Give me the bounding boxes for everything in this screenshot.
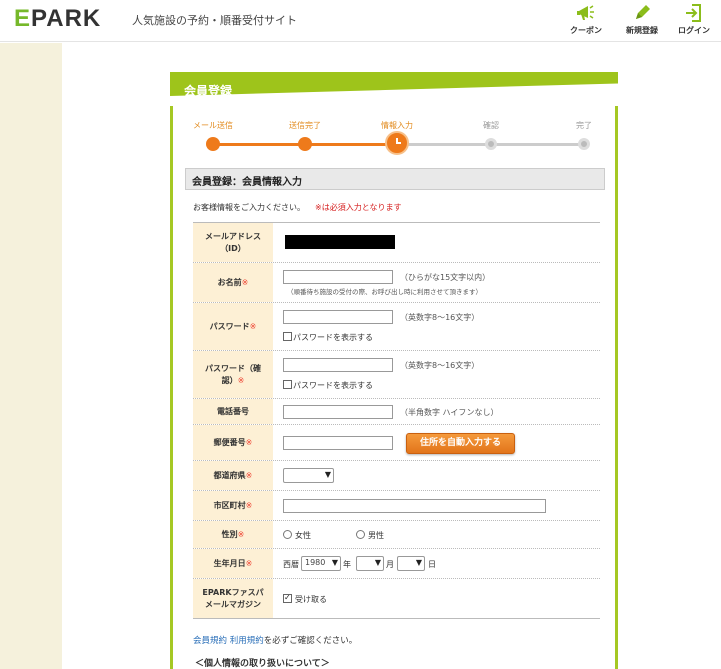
era-label: 西暦	[283, 560, 299, 569]
phone-label: 電話番号	[193, 399, 273, 424]
city-row: 市区町村※	[193, 491, 600, 521]
side-background	[0, 43, 62, 669]
mail-magazine-checkbox[interactable]	[283, 593, 292, 603]
day-unit: 日	[428, 560, 436, 569]
step-connector	[213, 143, 305, 146]
site-tagline: 人気施設の予約・順番受付サイト	[132, 14, 297, 27]
password-confirm-label: パスワード（確 認）※	[193, 351, 273, 398]
step-connector	[305, 143, 397, 146]
phone-input[interactable]	[283, 405, 393, 419]
gender-female-radio[interactable]	[283, 530, 292, 539]
chevron-down-icon: ▼	[415, 558, 422, 567]
mail-magazine-row: EPARKファスパメールマガジン 受け取る	[193, 579, 600, 619]
section-title: 会員登録：会員情報入力	[185, 168, 605, 190]
name-hint: （ひらがな15文字以内）	[400, 273, 491, 282]
password-row: パスワード※ （英数字8～16文字） パスワードを表示する	[193, 303, 600, 351]
step-label: 確認	[483, 121, 499, 130]
birthday-row: 生年月日※ 西暦 1980 ▼ 年 ▼ 月 ▼ 日	[193, 549, 600, 579]
login-icon	[686, 4, 701, 22]
nav-login-label: ログイン	[678, 26, 710, 35]
card-header: 会員登録	[170, 72, 618, 106]
member-terms-link[interactable]: 会員規約	[193, 636, 227, 646]
member-form: メールアドレス （ID） お名前※ （ひらがな15文字以内） （順番待ち施設の受付…	[193, 222, 600, 619]
nav-login[interactable]: ログイン	[672, 2, 716, 36]
epark-logo[interactable]: EPARK	[14, 7, 101, 31]
chevron-down-icon: ▼	[374, 558, 381, 567]
mail-magazine-label: EPARKファスパ メールマガジン	[193, 579, 273, 618]
gender-label: 性別※	[193, 521, 273, 548]
gender-row: 性別※ 女性 男性	[193, 521, 600, 549]
phone-hint: （半角数字 ハイフンなし）	[400, 408, 499, 417]
prefecture-label: 都道府県※	[193, 461, 273, 490]
pencil-icon	[636, 5, 650, 19]
registration-card: 会員登録 メール送信 送信完了 情報入力 確認 完了 会員登録：会員情報入力 お…	[170, 72, 618, 669]
nav-signup[interactable]: 新規登録	[620, 2, 664, 36]
step-label: 完了	[576, 121, 592, 130]
intro-text: お客様情報をご入力ください。 ※は必須入力となります	[193, 203, 402, 212]
month-unit: 月	[386, 560, 394, 569]
step-done-dot	[298, 137, 312, 151]
site-header: EPARK 人気施設の予約・順番受付サイト クーポン 新規登録 ログイン	[0, 0, 721, 42]
nav-coupon[interactable]: クーポン	[564, 2, 608, 36]
birthday-label: 生年月日※	[193, 549, 273, 578]
progress-steps: メール送信 送信完了 情報入力 確認 完了	[173, 116, 615, 156]
name-row: お名前※ （ひらがな15文字以内） （順番待ち施設の受付の際、お呼び出し時に利用…	[193, 263, 600, 303]
phone-row: 電話番号 （半角数字 ハイフンなし）	[193, 399, 600, 425]
password-hint: （英数字8～16文字）	[400, 313, 480, 322]
nav-signup-label: 新規登録	[626, 26, 658, 35]
password-input[interactable]	[283, 310, 393, 324]
birth-year-select[interactable]: 1980 ▼	[301, 556, 341, 571]
gender-male-radio[interactable]	[356, 530, 365, 539]
show-password-label: パスワードを表示する	[293, 333, 373, 342]
step-todo-dot	[485, 138, 497, 150]
step-done-dot	[206, 137, 220, 151]
step-todo-dot	[578, 138, 590, 150]
postal-label: 郵便番号※	[193, 425, 273, 460]
step-label: メール送信	[193, 121, 233, 130]
name-subhint: （順番待ち施設の受付の際、お呼び出し時に利用させて頂きます）	[287, 288, 482, 296]
year-unit: 年	[343, 560, 351, 569]
prefecture-row: 都道府県※ ▼	[193, 461, 600, 491]
password-confirm-input[interactable]	[283, 358, 393, 372]
prefecture-select[interactable]: ▼	[283, 468, 334, 483]
birth-day-select[interactable]: ▼	[397, 556, 425, 571]
usage-terms-link[interactable]: 利用規約	[230, 636, 264, 646]
postal-row: 郵便番号※ 住所を自動入力する	[193, 425, 600, 461]
name-label: お名前※	[193, 263, 273, 302]
step-current-clock-icon	[385, 131, 409, 155]
auto-address-button[interactable]: 住所を自動入力する	[406, 433, 515, 454]
required-note: ※は必須入力となります	[315, 203, 402, 212]
terms-notice: 会員規約 利用規約を必ずご確認ください。	[193, 636, 358, 646]
step-label: 情報入力	[381, 121, 413, 130]
show-password-confirm-checkbox[interactable]	[283, 380, 292, 389]
password-confirm-row: パスワード（確 認）※ （英数字8～16文字） パスワードを表示する	[193, 351, 600, 399]
chevron-down-icon: ▼	[331, 558, 338, 567]
email-value-redacted	[285, 235, 395, 249]
nav-coupon-label: クーポン	[570, 26, 602, 35]
step-label: 送信完了	[289, 121, 321, 130]
email-row: メールアドレス （ID）	[193, 223, 600, 263]
postal-input[interactable]	[283, 436, 393, 450]
email-label: メールアドレス （ID）	[193, 223, 273, 262]
city-label: 市区町村※	[193, 491, 273, 520]
show-password-checkbox[interactable]	[283, 332, 292, 341]
show-password-confirm-label: パスワードを表示する	[293, 381, 373, 390]
gender-male-label: 男性	[368, 531, 384, 540]
mail-magazine-option: 受け取る	[295, 595, 327, 604]
password-confirm-hint: （英数字8～16文字）	[400, 361, 480, 370]
city-input[interactable]	[283, 499, 546, 513]
password-label: パスワード※	[193, 303, 273, 350]
birth-month-select[interactable]: ▼	[356, 556, 384, 571]
name-input[interactable]	[283, 270, 393, 284]
gender-female-label: 女性	[295, 531, 311, 540]
megaphone-icon	[577, 5, 594, 20]
chevron-down-icon: ▼	[324, 470, 331, 479]
privacy-heading: ＜個人情報の取り扱いについて＞	[195, 659, 330, 669]
